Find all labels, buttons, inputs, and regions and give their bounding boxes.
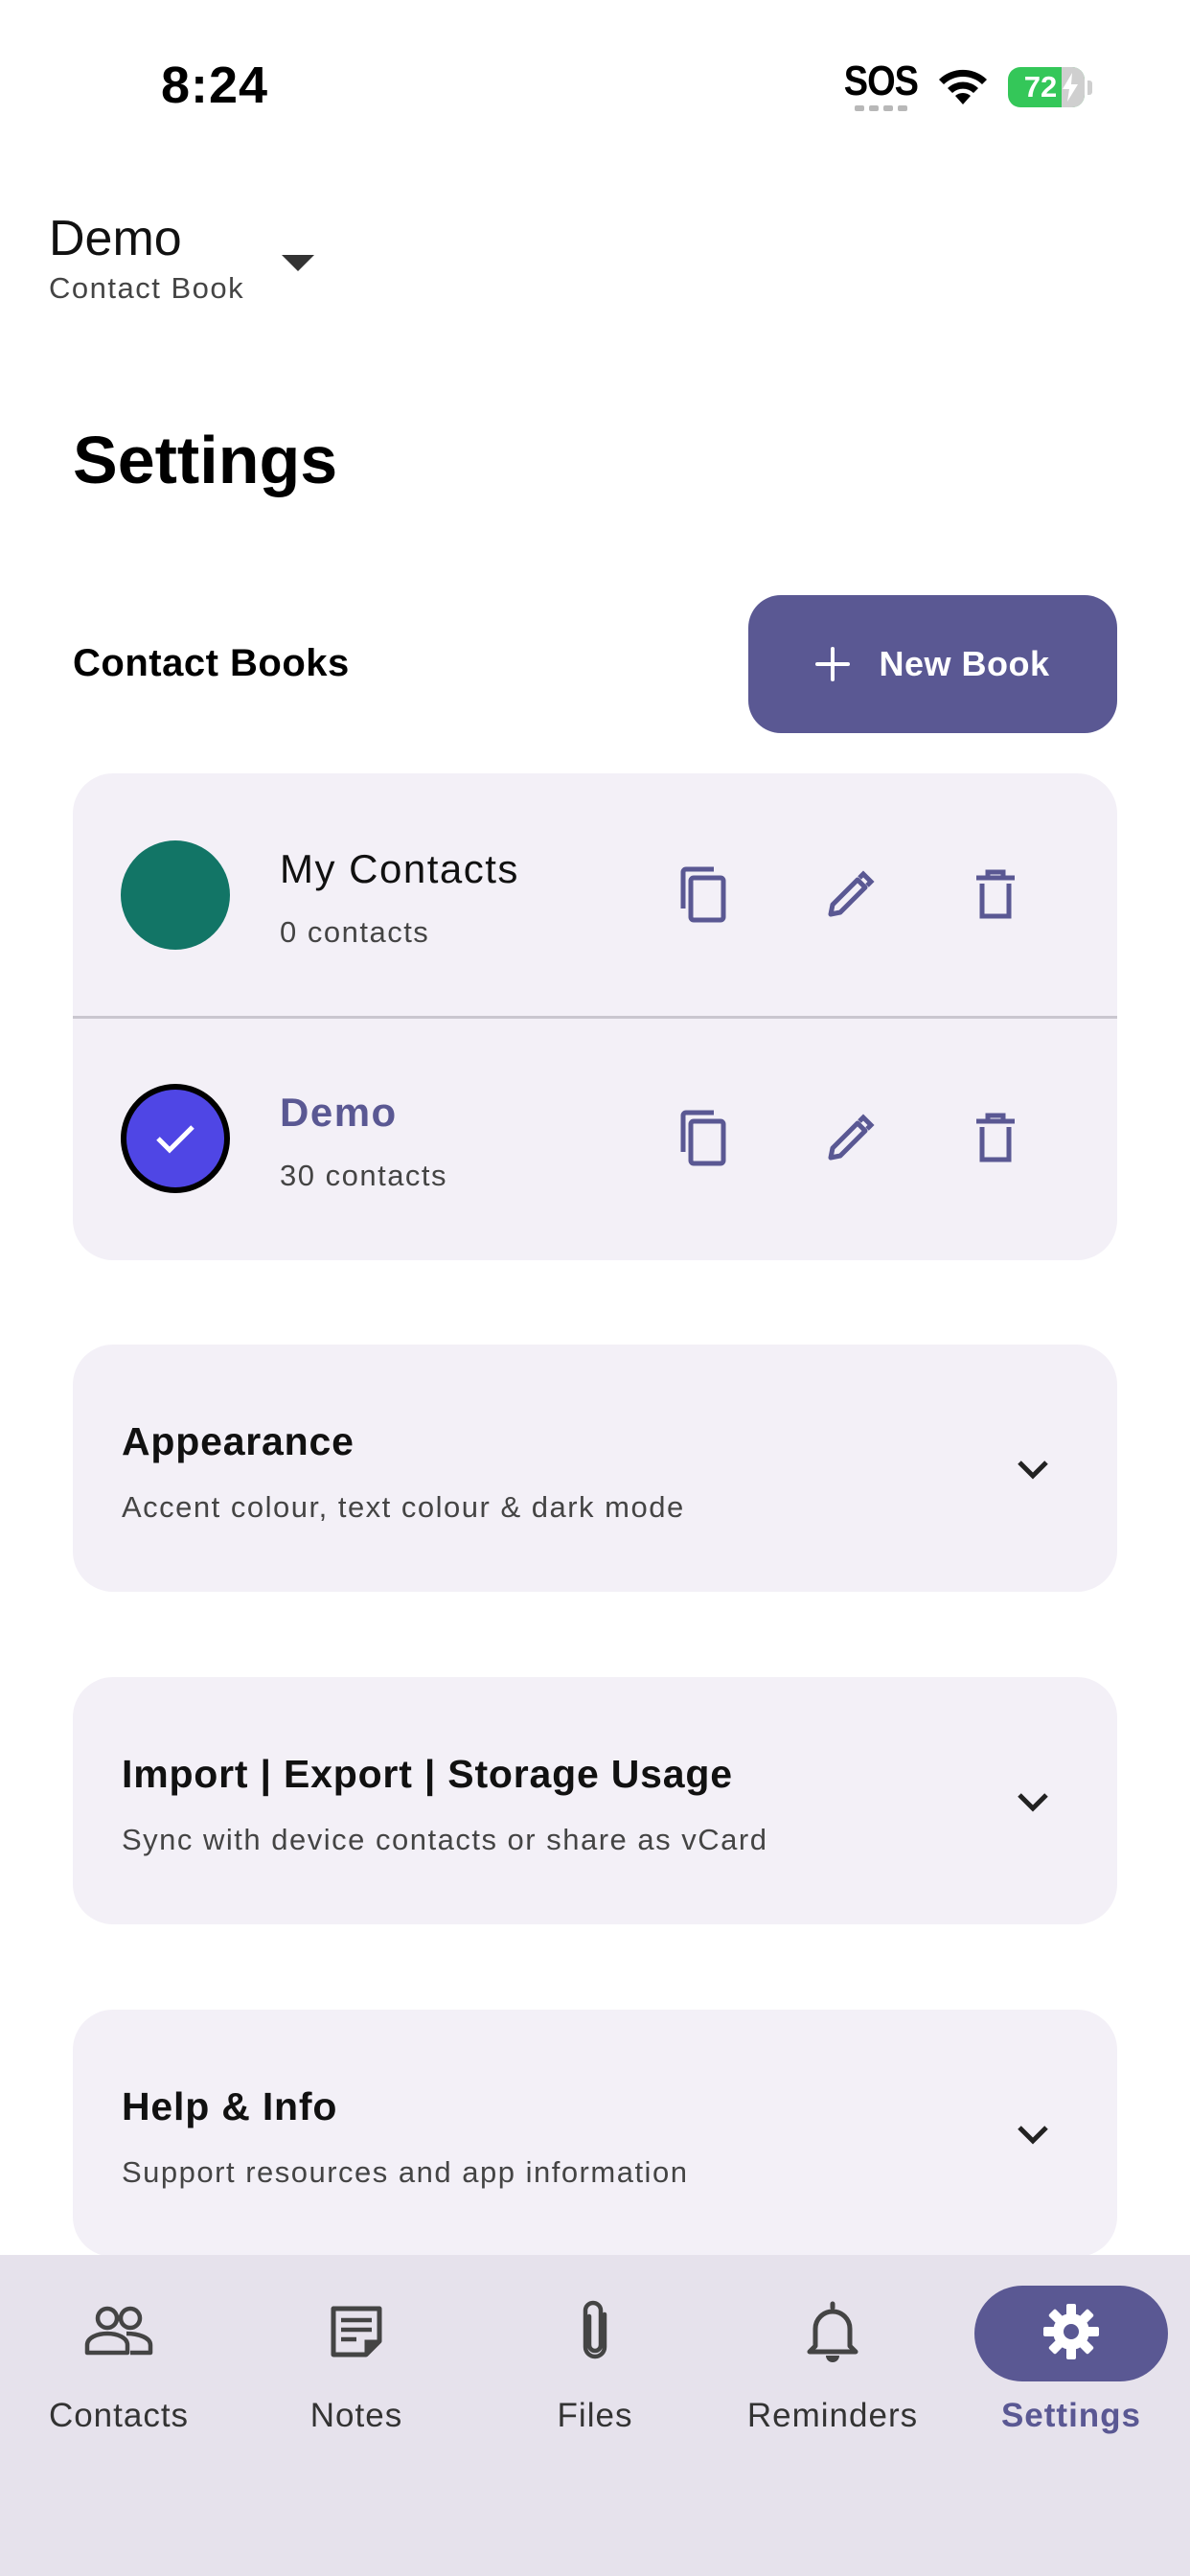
current-book-name: Demo xyxy=(49,211,182,266)
tab-label: Notes xyxy=(309,2397,403,2434)
bottom-nav: Contacts Notes Files Reminders Settings xyxy=(0,2255,1190,2576)
section-subtitle: Accent colour, text colour & dark mode xyxy=(122,1490,685,1524)
dropdown-arrow-icon[interactable] xyxy=(282,255,314,271)
import-export-section[interactable]: Import | Export | Storage Usage Sync wit… xyxy=(73,1677,1117,1924)
contact-books-label: Contact Books xyxy=(73,642,350,684)
gear-icon xyxy=(1043,2304,1099,2359)
copy-icon[interactable] xyxy=(673,863,736,927)
book-color-avatar[interactable] xyxy=(121,1084,230,1193)
status-time: 8:24 xyxy=(161,57,269,114)
signal-dots xyxy=(844,105,918,111)
battery-level: 72 xyxy=(1023,70,1058,104)
book-contact-count: 30 contacts xyxy=(280,1159,448,1192)
section-title: Help & Info xyxy=(122,2084,338,2128)
tab-reminders[interactable]: Reminders xyxy=(714,2255,951,2485)
tab-settings[interactable]: Settings xyxy=(952,2255,1190,2485)
people-icon xyxy=(84,2306,153,2356)
sos-label: SOS xyxy=(843,58,919,105)
section-subtitle: Support resources and app information xyxy=(122,2155,689,2189)
delete-icon[interactable] xyxy=(964,1107,1027,1170)
contact-books-list: My Contacts 0 contacts Demo 30 contacts xyxy=(73,773,1117,1260)
book-name: My Contacts xyxy=(280,846,519,891)
wifi-icon xyxy=(939,69,987,104)
tab-contacts[interactable]: Contacts xyxy=(0,2255,238,2485)
tab-label: Contacts xyxy=(48,2397,190,2434)
status-indicators: SOS 72 xyxy=(843,58,1092,111)
tab-files[interactable]: Files xyxy=(476,2255,714,2485)
book-color-avatar[interactable] xyxy=(121,840,230,950)
edit-icon[interactable] xyxy=(818,863,881,927)
chevron-down-icon[interactable] xyxy=(1012,1448,1054,1490)
battery-tip xyxy=(1087,80,1092,95)
bell-icon xyxy=(807,2301,858,2362)
section-subtitle: Sync with device contacts or share as vC… xyxy=(122,1823,768,1856)
book-name: Demo xyxy=(280,1090,398,1135)
section-title: Import | Export | Storage Usage xyxy=(122,1752,733,1796)
charging-bolt-icon xyxy=(1063,73,1078,102)
book-contact-count: 0 contacts xyxy=(280,915,430,949)
chevron-down-icon[interactable] xyxy=(1012,2113,1054,2155)
current-book-subtitle: Contact Book xyxy=(49,270,245,305)
delete-icon[interactable] xyxy=(964,863,1027,927)
new-book-button[interactable]: New Book xyxy=(748,595,1117,733)
plus-icon xyxy=(815,647,851,681)
paperclip-icon xyxy=(583,2300,607,2359)
battery-icon: 72 xyxy=(1008,67,1085,107)
tab-label: Files xyxy=(557,2397,633,2434)
help-info-section[interactable]: Help & Info Support resources and app in… xyxy=(73,2010,1117,2257)
edit-icon[interactable] xyxy=(818,1107,881,1170)
tab-notes[interactable]: Notes xyxy=(238,2255,475,2485)
status-bar: 8:24 SOS 72 xyxy=(0,0,1190,172)
chevron-down-icon[interactable] xyxy=(1012,1781,1054,1823)
copy-icon[interactable] xyxy=(673,1107,736,1170)
checkmark-icon xyxy=(156,1125,195,1154)
tab-label: Settings xyxy=(1000,2397,1142,2434)
appearance-section[interactable]: Appearance Accent colour, text colour & … xyxy=(73,1345,1117,1592)
new-book-label: New Book xyxy=(879,644,1050,683)
sos-indicator: SOS xyxy=(843,58,919,111)
note-icon xyxy=(331,2306,382,2358)
book-row[interactable]: Demo 30 contacts xyxy=(73,1017,1117,1260)
section-title: Appearance xyxy=(122,1419,355,1463)
book-selector[interactable]: Demo Contact Book xyxy=(49,211,314,306)
book-row[interactable]: My Contacts 0 contacts xyxy=(73,773,1117,1017)
tab-label: Reminders xyxy=(746,2397,919,2434)
page-title: Settings xyxy=(73,423,338,497)
